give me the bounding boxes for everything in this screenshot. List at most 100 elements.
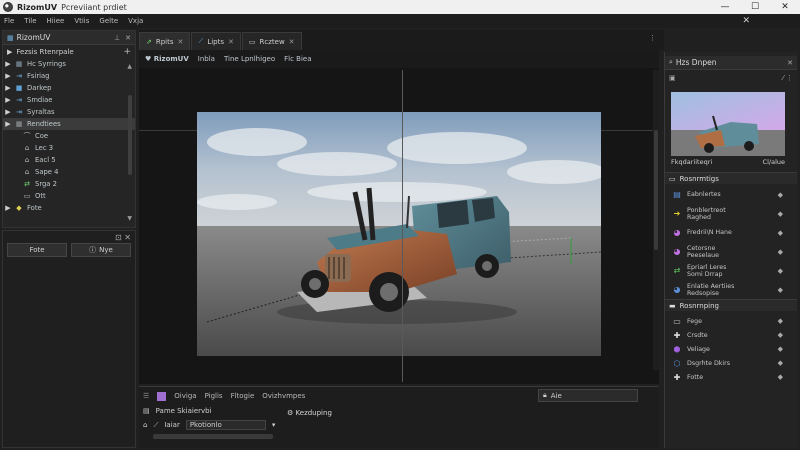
viewport-menu-item[interactable]: Inbla	[198, 55, 215, 63]
keyframe-icon[interactable]: ◆	[778, 191, 783, 199]
tree-row[interactable]: ⌂ Sape 4	[3, 166, 135, 178]
tree-row[interactable]: ▶ ▦ Rendtiees	[3, 118, 135, 130]
object-icon: ⇥	[16, 108, 22, 116]
viewport-menu-item[interactable]: Tine Lpnlhigeo	[224, 55, 275, 63]
inspector-row[interactable]: ◕ Cetorsne Peeselaue ◆	[665, 242, 797, 261]
inspector-row[interactable]: ➔ Ponblertreot Raghed ◆	[665, 204, 797, 223]
settings-icon[interactable]: ⊡	[115, 233, 122, 242]
color-swatch[interactable]	[157, 391, 167, 401]
tree-row[interactable]: ▶ ⇥ Fsiriag	[3, 70, 135, 82]
menu-item[interactable]: Gelte	[99, 17, 118, 25]
keyframe-icon[interactable]: ◆	[778, 331, 783, 339]
tree-row[interactable]: ▶ ■ Darkep	[3, 82, 135, 94]
inspector-row[interactable]: ▤ Eabnlertes ◆	[665, 185, 797, 204]
dropdown-icon[interactable]: ▾	[272, 421, 276, 429]
gear-icon: ⚙	[287, 409, 296, 417]
tab-rpits[interactable]: ⇗ Rpits ✕	[139, 32, 191, 50]
tree-row[interactable]: ▶ ▦ Hc Syrrings	[3, 58, 135, 70]
bottom-row-1: ▤ Pame Skiaiervbi	[143, 407, 212, 415]
menu-item[interactable]: Vtiis	[74, 17, 89, 25]
tab-rcztew[interactable]: ▭ Rcztew ✕	[241, 32, 302, 50]
keyframe-icon[interactable]: ◆	[778, 229, 783, 237]
tab-lipts[interactable]: ⟋ Lipts ✕	[191, 32, 241, 50]
app-logo-icon	[3, 2, 13, 12]
close-panel-icon[interactable]: ✕	[124, 233, 131, 242]
close-panel-icon[interactable]: ✕	[125, 34, 131, 42]
tree-row[interactable]: ⌂ Eacl 5	[3, 154, 135, 166]
search-icon[interactable]: ⌕	[669, 58, 673, 67]
inspector-row[interactable]: ✚ Crsdte ◆	[665, 328, 797, 342]
bottom-tab[interactable]: Oiviga	[174, 392, 196, 400]
close-tab-icon[interactable]: ✕	[178, 38, 184, 46]
outliner-scrollbar[interactable]	[128, 95, 132, 175]
section-header-1[interactable]: ▭ Rosnrmtigs	[665, 172, 797, 184]
tree-row[interactable]: ⇄ Srga 2	[3, 178, 135, 190]
inspector-row[interactable]: ◕ Fredrii\N Hane ◆	[665, 223, 797, 242]
tree-row[interactable]: ▶ ⇥ Smdiae	[3, 94, 135, 106]
menu-item[interactable]: Tile	[24, 17, 36, 25]
keyframe-icon[interactable]: ◆	[778, 267, 783, 275]
inspector-row[interactable]: ▭ Fege ◆	[665, 314, 797, 328]
expand-arrow-icon[interactable]: ▶	[3, 72, 13, 80]
keyframe-icon[interactable]: ◆	[778, 248, 783, 256]
fote-button[interactable]: Fote	[7, 243, 67, 257]
object-icon: ⌒	[23, 132, 31, 140]
viewport-mode[interactable]: ♥ RizomUV	[145, 55, 189, 63]
inspector-row[interactable]: ◕ Enlatie Aertiies Redsopise ◆	[665, 280, 797, 299]
collapse-arrow-icon[interactable]: ▶	[7, 48, 12, 56]
keyframe-icon[interactable]: ◆	[778, 286, 783, 294]
bottom-tab[interactable]: Ovizhvmpes	[262, 392, 305, 400]
inspector-row[interactable]: ✚ Fotte ◆	[665, 370, 797, 384]
3d-viewport[interactable]: ♥ RizomUV Inbla Tine Lpnlhigeo Flc Biea	[139, 50, 659, 384]
keyframe-icon[interactable]: ◆	[778, 373, 783, 381]
expand-arrow-icon[interactable]: ▶	[3, 120, 13, 128]
bottom-tab[interactable]: Piglis	[205, 392, 223, 400]
filter-field[interactable]: 🔒︎ Aie	[538, 389, 638, 402]
expand-arrow-icon[interactable]: ▶	[3, 60, 13, 68]
menu-item[interactable]: Fle	[4, 17, 14, 25]
section-header-2[interactable]: ▬ Rosnrnping	[665, 299, 797, 311]
pin-icon[interactable]: ⊥	[114, 34, 120, 42]
scroll-down-icon[interactable]: ▼	[127, 215, 132, 222]
add-item-button[interactable]: +	[123, 47, 135, 57]
inspector-row[interactable]: ⇄ Epriarl Leres Somi Drrap ◆	[665, 261, 797, 280]
tree-row[interactable]: ⌒ Coe	[3, 130, 135, 142]
tab-menu-icon[interactable]: ⋮	[649, 34, 656, 42]
tree-row[interactable]: ▶ ⇥ Syraltas	[3, 106, 135, 118]
menu-item[interactable]: Hiiee	[47, 17, 65, 25]
viewport-scrollbar[interactable]	[653, 70, 659, 370]
expand-arrow-icon[interactable]: ▶	[3, 96, 13, 104]
viewport-menu-item[interactable]: Flc Biea	[284, 55, 311, 63]
close-tab-icon[interactable]: ✕	[289, 38, 295, 46]
close-document-button[interactable]: ✕	[742, 14, 750, 28]
close-tab-icon[interactable]: ✕	[228, 38, 234, 46]
nye-button[interactable]: ⓘ Nye	[71, 243, 131, 257]
row-label: Pame Skiaiervbi	[155, 407, 212, 415]
expand-arrow-icon[interactable]: ▶	[3, 108, 13, 116]
keyframe-icon[interactable]: ◆	[778, 317, 783, 325]
menu-item[interactable]: Vxja	[128, 17, 143, 25]
collapse-arrow-icon: ▭	[669, 174, 676, 183]
keyframe-icon[interactable]: ◆	[778, 345, 783, 353]
keyframe-icon[interactable]: ◆	[778, 210, 783, 218]
bottom-tab[interactable]: Fltogie	[231, 392, 255, 400]
close-panel-icon[interactable]: ✕	[787, 59, 793, 67]
menu-icon[interactable]: ☰	[143, 392, 149, 400]
maximize-button[interactable]: ☐	[740, 0, 770, 14]
eyedropper-icon[interactable]: ⁄ ⋮	[783, 74, 793, 82]
scroll-up-icon[interactable]: ▲	[127, 63, 132, 70]
inspector-row[interactable]: ⬡ Dsgrhte Dkirs ◆	[665, 356, 797, 370]
minimize-button[interactable]: —	[710, 0, 740, 14]
bottom-scrollbar[interactable]	[153, 434, 273, 439]
close-window-button[interactable]: ✕	[770, 0, 800, 14]
row-icon: ◕	[673, 228, 681, 237]
tree-row[interactable]: ▭ Ott	[3, 190, 135, 202]
expand-arrow-icon[interactable]: ▶	[3, 204, 13, 212]
expand-arrow-icon[interactable]: ▶	[3, 84, 13, 92]
image-icon[interactable]: ▣	[669, 74, 676, 82]
path-field[interactable]: Pkotionlo	[185, 420, 266, 430]
inspector-row[interactable]: ⬢ Veliage ◆	[665, 342, 797, 356]
tree-row[interactable]: ▶ ◆ Fote	[3, 202, 135, 214]
keyframe-icon[interactable]: ◆	[778, 359, 783, 367]
tree-row[interactable]: ⌂ Lec 3	[3, 142, 135, 154]
